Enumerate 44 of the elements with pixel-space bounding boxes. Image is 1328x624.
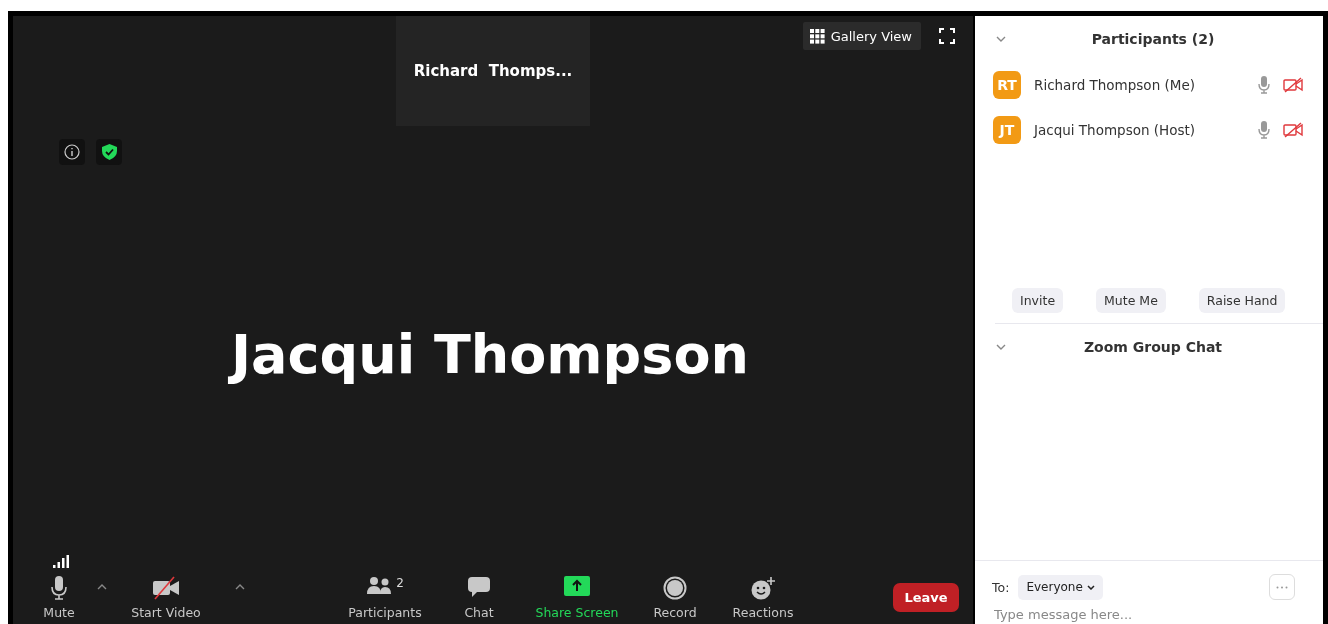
chat-bubble-icon — [467, 576, 491, 598]
grid-icon — [809, 28, 825, 44]
panel-button[interactable]: Mute Me — [1096, 288, 1166, 313]
toolbar-button[interactable]: Record — [629, 576, 721, 624]
leave-button[interactable]: Leave — [893, 583, 959, 612]
share-screen-button[interactable]: Share Screen — [525, 576, 629, 624]
toolbar-button[interactable]: Chat — [433, 576, 525, 624]
toolbar-button[interactable]: Mute — [31, 576, 87, 624]
smiley-plus-icon — [750, 576, 776, 600]
panel-title: Zoom Group Chat — [1082, 339, 1224, 355]
chevron-icon — [996, 36, 1006, 42]
toolbar-button[interactable]: 2 Participants — [337, 576, 433, 624]
participant-count: 2 — [396, 576, 404, 590]
recipient-dropdown[interactable]: Everyone — [1018, 574, 1103, 600]
more-icon — [1276, 585, 1288, 589]
caret-icon — [1086, 584, 1095, 590]
shield-check-icon — [101, 144, 117, 160]
toolbar-button[interactable]: Start Video — [107, 576, 225, 624]
panel-button[interactable]: Invite — [1012, 288, 1064, 313]
panel-button[interactable]: Raise Hand — [1198, 288, 1286, 313]
participant-name: Richard Thompson (Me) — [1034, 76, 1196, 93]
participant-thumbnail[interactable]: Richard Thomps... — [396, 16, 590, 126]
info-icon — [64, 144, 80, 160]
info-badge[interactable] — [59, 139, 85, 165]
record-icon — [663, 576, 687, 600]
avatar: JT — [993, 115, 1021, 144]
microphone-icon — [51, 576, 67, 600]
toolbar-button[interactable]: Reactions — [721, 576, 805, 624]
chevron-icon — [996, 344, 1006, 350]
microphone-icon — [1258, 75, 1270, 94]
options-caret[interactable] — [235, 584, 245, 590]
signal-icon — [52, 554, 70, 569]
options-caret[interactable] — [97, 584, 107, 590]
security-badge[interactable] — [96, 139, 122, 165]
to-label: To: — [992, 579, 1010, 595]
fullscreen-icon — [939, 28, 955, 44]
camera-off-icon — [152, 576, 180, 600]
participant-name: Jacqui Thompson (Host) — [1034, 121, 1197, 138]
microphone-icon — [1258, 120, 1270, 139]
avatar: RT — [993, 70, 1021, 99]
panel-title: Participants (2) — [1090, 31, 1216, 47]
caret-icon — [97, 584, 107, 590]
caret-icon — [235, 584, 245, 590]
gallery-view-button[interactable]: Gallery View — [802, 22, 921, 50]
